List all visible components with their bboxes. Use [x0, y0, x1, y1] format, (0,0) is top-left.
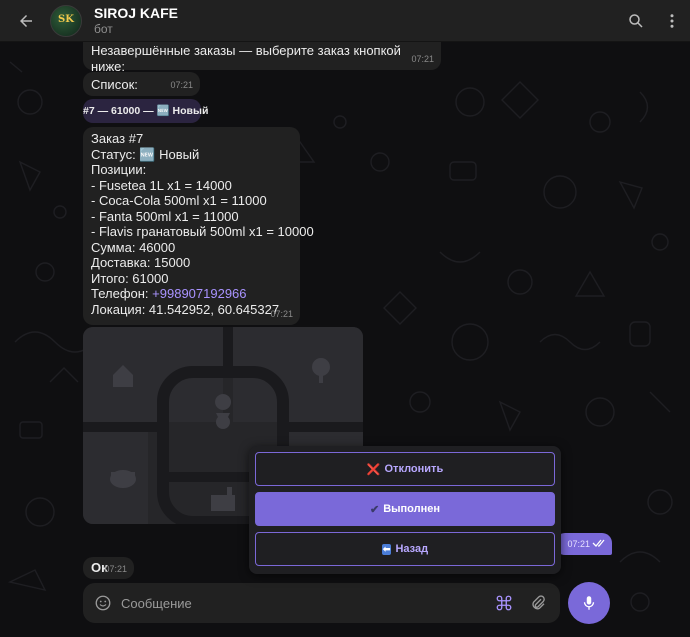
inline-keyboard: ❌ Отклонить ✔ Выполнен ⬅ Назад [249, 446, 561, 574]
bot-command-icon[interactable] [490, 589, 518, 617]
composer-actions [490, 589, 550, 617]
order-line: - Flavis гранатовый 500ml x1 = 10000 [91, 224, 314, 239]
done-button[interactable]: ✔ Выполнен [255, 492, 555, 526]
more-menu-icon[interactable] [654, 0, 690, 42]
check-icon: ✔ [369, 503, 380, 516]
back-arrow-icon[interactable] [6, 0, 46, 42]
order-line: - Fusetea 1L x1 = 14000 [91, 177, 232, 193]
back-arrow-emoji-icon: ⬅ [381, 543, 392, 555]
order-line: Доставка: 15000 [91, 255, 191, 270]
chat-subtitle: бот [94, 22, 113, 36]
chat-title: SIROJ KAFE [94, 5, 179, 21]
chat-title-block[interactable]: SIROJ KAFE бот [94, 5, 178, 36]
order-phone-link[interactable]: +998907192966 [152, 286, 246, 301]
message-time: 07:21 [170, 79, 193, 90]
message-time: 07:21 [270, 308, 293, 319]
message-list: Список: 07:21 [83, 72, 200, 96]
order-line: Позиции: [91, 162, 147, 177]
order-phone-label: Телефон: [91, 286, 153, 301]
search-icon[interactable] [618, 0, 654, 42]
order-inline-button-label: #7 — 61000 — 🆕 Новый [83, 105, 209, 117]
message-list-text: Список: [91, 77, 138, 92]
avatar[interactable]: SK [50, 4, 82, 37]
order-line: Статус: 🆕 Новый [91, 146, 200, 162]
message-outgoing: 07:21 [555, 533, 612, 555]
back-button-label: Назад [395, 543, 429, 555]
reject-button-label: Отклонить [384, 463, 444, 475]
order-line: Итого: 61000 [91, 270, 169, 286]
reject-button[interactable]: ❌ Отклонить [255, 452, 555, 486]
order-phone-line: Телефон: +998907192966 [91, 286, 292, 302]
order-line: - Fanta 500ml x1 = 11000 [91, 208, 239, 224]
order-inline-button[interactable]: #7 — 61000 — 🆕 Новый [83, 99, 208, 123]
message-time: 07:21 [567, 539, 590, 549]
order-line: - Coca-Cola 500ml x1 = 11000 [91, 193, 267, 208]
message-time: 07:21 [104, 563, 127, 574]
header-actions [618, 0, 690, 42]
message-order-details: Заказ #7 Статус: 🆕 Новый Позиции: - Fuse… [83, 127, 314, 325]
double-check-icon [592, 539, 605, 547]
emoji-icon[interactable] [93, 593, 113, 613]
message-input[interactable]: Сообщение [121, 596, 192, 611]
attach-icon[interactable] [526, 589, 550, 617]
avatar-text: SK [58, 13, 74, 25]
message-composer: Сообщение [83, 583, 560, 623]
message-intro: Незавершённые заказы — выберите заказ кн… [83, 42, 441, 74]
order-location-line: Локация: 41.542952, 60.645327 [91, 301, 280, 317]
order-line: Заказ #7 [91, 131, 144, 146]
done-button-label: Выполнен [383, 503, 441, 515]
message-intro-text: Незавершённые заказы — выберите заказ кн… [91, 43, 401, 74]
microphone-button[interactable] [568, 582, 610, 624]
cross-icon: ❌ [366, 463, 381, 476]
chat-header: SK SIROJ KAFE бот [0, 0, 690, 42]
back-button[interactable]: ⬅ Назад [255, 532, 555, 566]
message-time: 07:21 [411, 53, 434, 64]
microphone-icon [583, 596, 595, 610]
order-line: Сумма: 46000 [91, 239, 176, 255]
message-ok: Ок 07:21 [83, 557, 134, 579]
